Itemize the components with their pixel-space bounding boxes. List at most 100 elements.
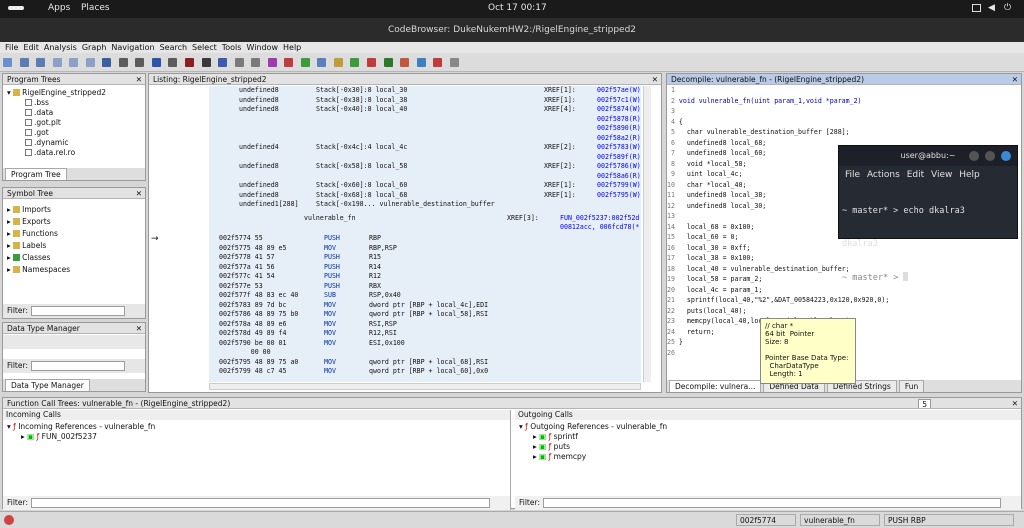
listing-cell[interactable]: 002f589f(R) xyxy=(597,153,641,162)
bookmark-red-icon[interactable] xyxy=(284,58,294,67)
list-item[interactable]: ▸ ▣ ƒ puts xyxy=(519,442,667,452)
listing-instr-row[interactable]: 002f577c 41 54 PUSH R12 xyxy=(219,272,641,282)
terminal-output[interactable]: ~ master* > echo dkalra3 dkalra3 ~ maste… xyxy=(839,184,1017,306)
listing-cell[interactable]: 002f5890(R) xyxy=(597,124,641,133)
ref-icon[interactable] xyxy=(185,58,195,67)
list-item[interactable]: ▸ ▣ ƒ FUN_002f5237 xyxy=(7,432,155,442)
stop-icon[interactable] xyxy=(433,58,443,67)
list-item[interactable]: .data.rel.ro xyxy=(7,148,106,158)
tab-decompile[interactable]: Decompile: vulnera... xyxy=(669,380,762,392)
forward-icon[interactable] xyxy=(36,58,46,67)
listing-var-row[interactable]: undefined1[288] Stack[-0x198... vulnerabl… xyxy=(209,200,641,210)
undo-icon[interactable] xyxy=(234,58,244,67)
tab-data-type-manager[interactable]: Data Type Manager xyxy=(5,379,90,391)
listing-var-row[interactable]: 002f5890(R) xyxy=(209,124,641,134)
decompile-line[interactable]: 22 puts(local_40); xyxy=(667,307,1015,318)
list-item[interactable]: ▸ Exports xyxy=(7,216,70,228)
close-icon[interactable] xyxy=(1001,151,1011,161)
list-item[interactable]: ▸ Imports xyxy=(7,204,70,216)
tool-icon[interactable] xyxy=(367,58,377,67)
function-xref-1[interactable]: FUN_002f5237:002f52d xyxy=(560,214,642,223)
listing-cell[interactable]: 002f57ae(W) xyxy=(597,86,641,95)
close-icon[interactable]: ✕ xyxy=(1012,398,1018,408)
listing-var-row[interactable]: 002f58a6(R) xyxy=(209,172,641,182)
listing-var-row[interactable]: undefined8 Stack[-0x68]:8 local_68 XREF[1]… xyxy=(209,191,641,201)
list-item[interactable]: .data xyxy=(7,108,106,118)
listing-var-row[interactable]: undefined8 Stack[-0x58]:8 local_58 XREF[2]… xyxy=(209,162,641,172)
props-icon[interactable] xyxy=(333,58,343,67)
listing-var-row[interactable]: undefined8 Stack[-0x60]:8 local_60 XREF[1]… xyxy=(209,181,641,191)
list-item[interactable]: ▸ Labels xyxy=(7,240,70,252)
listing-instr-row[interactable]: 002f577f 48 83 ec 40 SUB RSP,0x40 xyxy=(219,291,641,301)
listing-var-row[interactable]: undefined8 Stack[-0x40]:8 local_40 XREF[4]… xyxy=(209,105,641,115)
terminal-menu-actions[interactable]: Actions xyxy=(867,170,900,180)
incoming-filter-input[interactable] xyxy=(31,498,490,508)
listing-cell[interactable]: 002f57c1(W) xyxy=(597,96,641,105)
listing-cell[interactable]: 002f5878(R) xyxy=(597,115,641,124)
listing-cell[interactable]: 002f5795(W) xyxy=(597,191,641,200)
data-icon[interactable] xyxy=(135,58,145,67)
close-icon[interactable]: ✕ xyxy=(136,188,142,198)
nav-icon[interactable] xyxy=(52,58,62,67)
bookmark-icon[interactable] xyxy=(218,58,228,67)
listing-var-row[interactable]: undefined4 Stack[-0x4c]:4 local_4c XREF[2]… xyxy=(209,143,641,153)
listing-instr-row[interactable]: 002f5774 55 PUSH RBP xyxy=(219,234,641,244)
close-icon[interactable]: ✕ xyxy=(136,74,142,84)
listing-instr-row[interactable]: 00 00 xyxy=(219,348,641,358)
listing-instr-row[interactable]: 002f577a 41 56 PUSH R14 xyxy=(219,263,641,273)
function-xref-2[interactable]: 00812acc, 006fcd78(* xyxy=(560,223,642,232)
nav-icon-3[interactable] xyxy=(85,58,95,67)
listing-instr-row[interactable]: 002f577e 53 PUSH RBX xyxy=(219,282,641,292)
back-icon[interactable] xyxy=(19,58,29,67)
listing-instr-row[interactable]: 002f5783 89 7d bc MOV dword ptr [RBP + loc… xyxy=(219,301,641,311)
listing-cell[interactable]: 002f5783(W) xyxy=(597,143,641,152)
menu-help[interactable]: Help xyxy=(283,43,301,52)
debug-icon[interactable] xyxy=(400,58,410,67)
listing-instr-row[interactable]: 002f5786 48 89 75 b0 MOV qword ptr [RBP + … xyxy=(219,310,641,320)
apps-menu[interactable]: Apps xyxy=(48,3,70,13)
list-item[interactable]: ▸ Classes xyxy=(7,252,70,264)
decompile-line[interactable]: 3 xyxy=(667,107,1015,118)
decompile-line[interactable]: 2 void vulnerable_fn(uint param_1,void *… xyxy=(667,97,1015,108)
listing-scrollbar[interactable] xyxy=(643,86,651,382)
listing-var-row[interactable]: 002f58a2(R) xyxy=(209,134,641,144)
options-icon[interactable] xyxy=(449,58,459,67)
decomp-icon[interactable] xyxy=(416,58,426,67)
decompile-line[interactable]: 5 char vulnerable_destination_buffer [28… xyxy=(667,128,1015,139)
tab-program-tree[interactable]: Program Tree xyxy=(5,168,67,180)
close-icon[interactable]: ✕ xyxy=(652,74,658,84)
terminal-menu-edit[interactable]: Edit xyxy=(907,170,924,180)
listing-cell[interactable]: 002f5786(W) xyxy=(597,162,641,171)
volume-icon[interactable]: ◀ xyxy=(988,3,995,13)
save-icon[interactable] xyxy=(3,58,12,67)
tree-root[interactable]: ▾ ƒ Outgoing References - vulnerable_fn xyxy=(519,422,667,432)
listing-instr-row[interactable]: 002f5799 48 c7 45 MOV qword ptr [RBP + loc… xyxy=(219,367,641,377)
depth-field[interactable]: 5 xyxy=(918,399,931,408)
listing-var-row[interactable]: undefined8 Stack[-0x38]:8 local_38 XREF[1]… xyxy=(209,96,641,106)
power-icon[interactable]: ⏻ xyxy=(1004,3,1011,13)
list-item[interactable]: ▸ Namespaces xyxy=(7,264,70,276)
menu-window[interactable]: Window xyxy=(246,43,278,52)
redo-icon[interactable] xyxy=(251,58,261,67)
list-item[interactable]: ▸ ▣ ƒ sprintf xyxy=(519,432,667,442)
menu-analysis[interactable]: Analysis xyxy=(44,43,77,52)
terminal-menu-file[interactable]: File xyxy=(845,170,860,180)
function-label[interactable]: vulnerable_fn xyxy=(304,214,356,223)
bytes-icon[interactable] xyxy=(317,58,327,67)
memory-icon[interactable] xyxy=(300,58,310,67)
tree-root[interactable]: ▾ RigelEngine_stripped2 xyxy=(7,88,106,98)
decompile-line[interactable]: 1 xyxy=(667,86,1015,97)
terminal-menu-help[interactable]: Help xyxy=(959,170,980,180)
undef-icon[interactable] xyxy=(201,58,211,67)
menu-tools[interactable]: Tools xyxy=(222,43,242,52)
label-icon[interactable] xyxy=(151,58,161,67)
decompile-line[interactable]: 4 { xyxy=(667,118,1015,129)
outgoing-filter-input[interactable] xyxy=(543,498,1001,508)
listing-var-row[interactable]: 002f5878(R) xyxy=(209,115,641,125)
listing-cell[interactable]: 002f5799(W) xyxy=(597,181,641,190)
list-item[interactable]: .bss xyxy=(7,98,106,108)
list-item[interactable]: ▸ ▣ ƒ memcpy xyxy=(519,452,667,462)
listing-cell[interactable]: 002f58a6(R) xyxy=(597,172,641,181)
terminal-menu-view[interactable]: View xyxy=(931,170,952,180)
instr-icon[interactable] xyxy=(118,58,128,67)
